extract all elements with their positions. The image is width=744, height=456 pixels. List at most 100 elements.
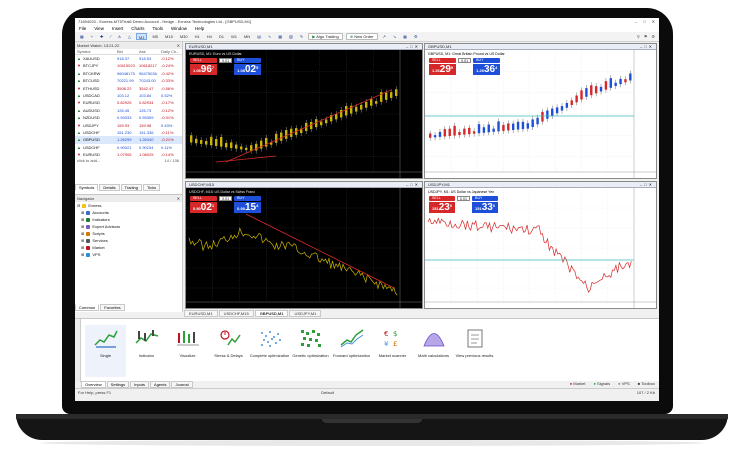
close-icon[interactable]: ✕	[177, 42, 182, 49]
buy-button[interactable]: BUY	[234, 58, 262, 63]
timeframe-m30[interactable]: M30	[178, 33, 190, 40]
mode-forward-optimization[interactable]: Forward optimization	[331, 325, 372, 377]
market-watch-row[interactable]: ▼ EURUSD 0.82925 0.82934 -0.17%	[75, 99, 182, 106]
timeframe-w1[interactable]: W1	[229, 33, 239, 40]
maximize-icon[interactable]: □	[643, 19, 645, 24]
search-icon[interactable]: ⚲	[637, 34, 640, 39]
templates-icon[interactable]: ▧	[287, 33, 295, 41]
mode-stress-delays[interactable]: Stress & Delays	[208, 325, 249, 377]
nav-item-services[interactable]: ⊞ Services	[75, 237, 182, 244]
close-icon[interactable]: ✕	[652, 19, 655, 24]
menu-help[interactable]: Help	[195, 26, 204, 31]
chart-window-usdjpy[interactable]: USDJPY,M1 –□✕ USDJPY, M1: US Dollar vs J…	[424, 181, 657, 309]
expand-icon[interactable]: ⊟	[77, 202, 80, 209]
chart-area[interactable]: GBPUSD, M1: Great Britain Pound vs US Do…	[425, 50, 656, 178]
lot-size-input[interactable]: 0.01	[219, 58, 233, 63]
menu-file[interactable]: File	[79, 26, 86, 31]
expand-icon[interactable]: ⊞	[81, 251, 84, 258]
toolbox-link[interactable]: ■ Toolbox	[638, 381, 655, 386]
mode-single[interactable]: Single	[85, 325, 126, 377]
lot-size-input[interactable]: 0.01	[457, 196, 471, 201]
nav-item-expert-advisors[interactable]: ⊞ Expert Advisors	[75, 223, 182, 230]
market-watch-row[interactable]: ▲ BTCKRW 96048175 96475036 -0.42%	[75, 70, 182, 77]
nav-item-scripts[interactable]: ⊞ Scripts	[75, 230, 182, 237]
tab-ticks[interactable]: Ticks	[143, 184, 161, 191]
tab-settings[interactable]: Settings	[106, 381, 130, 388]
market-watch-row[interactable]: ▼ BTCJPY 10615023 10618217 -0.24%	[75, 62, 182, 69]
sell-price[interactable]: 1.26 29 9	[429, 64, 457, 75]
algo-trading-button[interactable]: ▶ Algo Trading	[308, 33, 343, 40]
tab-inputs[interactable]: Inputs	[130, 381, 150, 388]
expand-icon[interactable]: ⊞	[81, 216, 84, 223]
chart-area[interactable]: EURUSD, M1: Euro vs US Dollar SELL 1.08 9…	[186, 50, 422, 178]
timeframe-h1[interactable]: H1	[193, 33, 202, 40]
expand-icon[interactable]: ⊞	[81, 209, 84, 216]
market-watch-row[interactable]: ▲ USDCHF 0.90021 0.90154 0.11%	[75, 144, 182, 151]
expand-icon[interactable]: ⊞	[81, 237, 84, 244]
expand-icon[interactable]: ⊞	[81, 230, 84, 237]
market-watch-row[interactable]: ▲ BTCUSD 70221.99 70243.00 -0.33%	[75, 77, 182, 84]
market-watch-row[interactable]: ▲ GBPUSD 1.26299 1.26340 -0.21%	[75, 136, 182, 144]
timeframe-m1[interactable]: M1	[135, 33, 148, 40]
timeframe-m5[interactable]: M5	[150, 33, 160, 40]
menu-tools[interactable]: Tools	[152, 26, 163, 31]
minimize-icon[interactable]: –	[635, 19, 637, 24]
market-link[interactable]: ● Market	[570, 381, 586, 386]
mode-genetic-optimization[interactable]: Genetic optimization	[290, 325, 331, 377]
timeframe-d1[interactable]: D1	[217, 33, 226, 40]
chart-area[interactable]: USDJPY, M1: US Dollar vs Japanese Yen SE…	[425, 188, 656, 308]
expand-icon[interactable]: ⊞	[81, 223, 84, 230]
chart-window-usdchf[interactable]: USDCHF,M15 –□✕ USDCHF, M15: US Dollar vs…	[185, 181, 423, 309]
text-tool-icon[interactable]: A	[116, 33, 123, 41]
chart-type-icon[interactable]: ▤	[255, 33, 263, 41]
new-chart-icon[interactable]: ▦	[78, 33, 86, 41]
one-click-icon[interactable]: ⚙	[412, 33, 420, 41]
crosshair-icon[interactable]: ✚	[98, 33, 105, 41]
sell-button[interactable]: SELL	[190, 196, 218, 201]
chart-window-gbpusd[interactable]: GBPUSD,M1 –□✕ GBPUSD, M1: Great Britain …	[424, 43, 657, 179]
menu-view[interactable]: View	[94, 26, 104, 31]
buy-button[interactable]: BUY	[473, 58, 501, 63]
grid-icon[interactable]: ▦	[276, 33, 284, 41]
ide-icon[interactable]: ✎	[298, 33, 305, 41]
market-watch-row[interactable]: ▼ ETHUSD 3508.22 3542.47 -0.56%	[75, 85, 182, 92]
timeframe-h4[interactable]: H4	[205, 33, 214, 40]
market-watch-row[interactable]: ▼ USDJPY 159.93 159.98 0.43%	[75, 122, 182, 129]
chart-tab-gbpusd[interactable]: GBPUSD,M1	[254, 310, 289, 317]
market-watch-row[interactable]: ▲ USDCAD 103.12 103.84 0.52%	[75, 92, 182, 99]
nav-item-accounts[interactable]: ⊞ Accounts	[75, 209, 182, 216]
add-symbol-hint[interactable]: click to add...	[77, 158, 100, 164]
menu-insert[interactable]: Insert	[112, 26, 123, 31]
market-watch-row[interactable]: ▲ NZDUSD 0.59333 0.59359 -0.31%	[75, 114, 182, 121]
buy-button[interactable]: BUY	[472, 196, 499, 201]
indicators-icon[interactable]: ∿	[266, 33, 273, 41]
signals-link[interactable]: ● Signals	[594, 381, 611, 386]
mode-visualize[interactable]: Visualize	[167, 325, 208, 377]
sell-button[interactable]: SELL	[190, 58, 218, 63]
sell-price[interactable]: 0.90 02 1	[190, 202, 218, 213]
nav-item-exness[interactable]: ⊟ Exness	[75, 202, 182, 209]
sell-price[interactable]: 1.08 96 7	[190, 64, 218, 75]
tab-symbols[interactable]: Symbols	[75, 184, 99, 191]
buy-button[interactable]: BUY	[234, 196, 262, 201]
market-watch-row[interactable]: ▼ EURUSD 1.07905 1.08025 -0.14%	[75, 151, 182, 158]
chart-window-buttons[interactable]: –□✕	[406, 44, 422, 49]
mode-market-scanner[interactable]: € $ ¥ £ Market scanner	[372, 325, 413, 377]
settings-icon[interactable]: ⚙	[651, 34, 655, 39]
market-watch-row[interactable]: ▲ USDCHF 151.230 151.336 -0.11%	[75, 129, 182, 136]
timeframe-mn[interactable]: MN	[242, 33, 252, 40]
vps-link[interactable]: ● VPS	[618, 381, 630, 386]
chart-down-icon[interactable]: ↘	[391, 33, 398, 41]
mode-view-previous-results[interactable]: View previous results	[454, 325, 495, 377]
chart-up-icon[interactable]: ↗	[381, 33, 388, 41]
nav-item-vps[interactable]: ⊞ VPS	[75, 251, 182, 258]
status-profile[interactable]: Default	[321, 390, 334, 395]
nav-item-indicators[interactable]: ⊞ Indicators	[75, 216, 182, 223]
menu-window[interactable]: Window	[171, 26, 187, 31]
tab-common[interactable]: Common	[75, 304, 100, 311]
chart-tab-usdchf[interactable]: USDCHF,M15	[218, 310, 254, 317]
add-icon[interactable]: +	[89, 33, 95, 41]
menu-charts[interactable]: Charts	[131, 26, 144, 31]
buy-price[interactable]: 1.26 36 4	[473, 64, 501, 75]
market-watch-row[interactable]: ▲ XAUUSD 918.37 918.53 -0.12%	[75, 55, 182, 62]
